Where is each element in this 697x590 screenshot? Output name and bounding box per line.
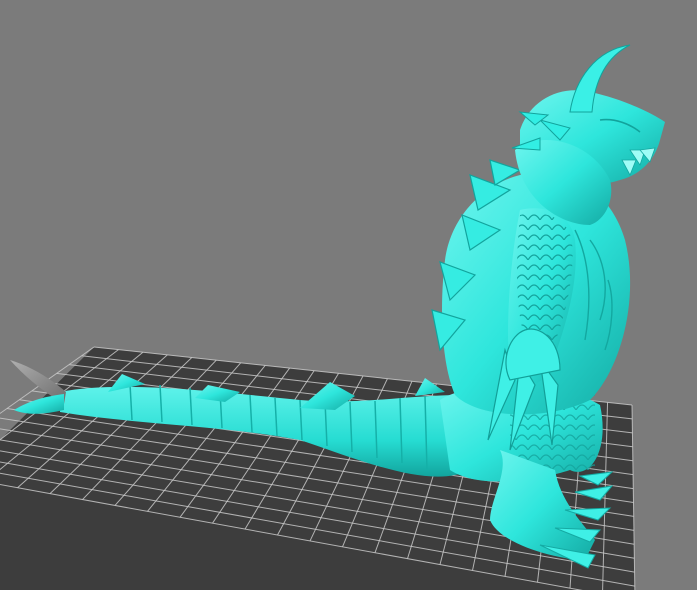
3d-viewport[interactable]	[0, 0, 697, 590]
model-head	[511, 44, 665, 225]
viewport-scene[interactable]	[0, 0, 697, 590]
